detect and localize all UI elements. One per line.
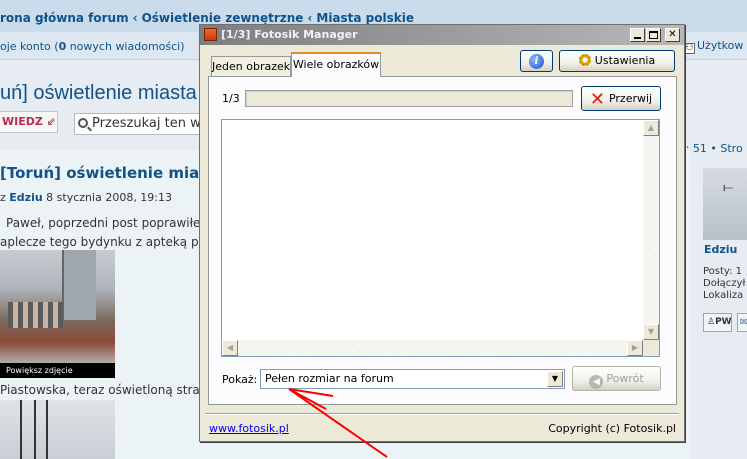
scroll-left-icon: ◀	[226, 343, 234, 352]
photo-tree	[34, 400, 36, 459]
enlarge-photo-caption[interactable]: Powiększ zdjęcie	[0, 363, 115, 378]
users-link[interactable]: ⚇ Użytkow	[684, 39, 743, 54]
author-posts: Posty: 1	[703, 266, 743, 277]
photo-tree	[20, 400, 22, 459]
tab-multiple-images[interactable]: Wiele obrazków	[291, 52, 381, 77]
scroll-up-icon: ▲	[647, 123, 655, 132]
fotosik-manager-window: [1/3] Fotosik Manager ✕ Jeden obrazek Wi…	[199, 24, 685, 442]
scroll-right-button[interactable]: ▶	[627, 340, 643, 356]
upload-progress-bar	[245, 90, 573, 107]
post-author-link[interactable]: Edziu	[9, 191, 42, 204]
copyright-text: Copyright (c) Fotosik.pl	[548, 422, 676, 435]
author-location: Lokaliza	[703, 290, 744, 301]
breadcrumb: rona główna forum ‹ Oświetlenie zewnętrzne…	[0, 11, 414, 25]
settings-button[interactable]: Ustawienia	[559, 50, 675, 72]
topic-title[interactable]: uń] oświetlenie miasta	[0, 82, 197, 105]
stop-label: Przerwij	[608, 92, 653, 105]
my-account-link[interactable]: oje konto (0 nowych wiadomości)	[0, 40, 185, 53]
info-button[interactable]: i	[520, 50, 553, 72]
scrollbar-corner	[643, 340, 659, 356]
users-icon: ⚇	[684, 43, 695, 54]
close-button[interactable]: ✕	[665, 28, 680, 42]
chevron-down-icon[interactable]: ▼	[547, 371, 563, 387]
app-icon	[204, 28, 217, 41]
stop-x-icon: ✕	[589, 89, 605, 110]
scroll-right-icon: ▶	[631, 343, 639, 352]
size-format-value: Pełen rozmiar na forum	[265, 372, 394, 385]
author-name[interactable]: Edziu	[704, 243, 737, 256]
post-title[interactable]: [Toruń] oświetlenie miast	[0, 164, 215, 182]
scroll-down-button[interactable]: ▼	[643, 324, 659, 340]
maximize-icon	[649, 31, 658, 39]
photo-tree	[46, 400, 48, 459]
tab-single-image[interactable]: Jeden obrazek	[211, 56, 291, 77]
pm-label: PW	[715, 317, 732, 327]
pm-icon: ♙	[707, 317, 716, 327]
users-link-text: Użytkow	[697, 39, 744, 52]
breadcrumb-category[interactable]: Oświetlenie zewnętrzne	[142, 11, 304, 25]
post-meta: z Edziu 8 stycznia 2008, 19:13	[0, 191, 172, 204]
back-arrow-icon: ◀	[589, 375, 604, 389]
author-joined: Dołączył	[703, 278, 746, 289]
private-message-button[interactable]: ♙PW	[703, 313, 732, 332]
avatar-bird-icon: ⟝	[723, 180, 733, 194]
photo-building	[62, 250, 96, 320]
horizontal-scrollbar[interactable]: ◀ ▶	[222, 340, 643, 356]
back-label: Powrót	[606, 372, 644, 385]
stop-button[interactable]: ✕ Przerwij	[581, 86, 661, 111]
breadcrumb-separator: ‹	[307, 11, 313, 25]
author-avatar: ⟝	[703, 168, 747, 240]
minimize-icon	[634, 37, 641, 39]
new-messages-text: nowych wiadomości)	[66, 40, 185, 53]
post-text: aplecze tego bydynku z apteką prz	[0, 235, 210, 249]
info-icon: i	[529, 54, 544, 69]
reply-button[interactable]: WIEDZ ⇙	[0, 111, 58, 133]
footer-divider	[205, 413, 679, 415]
search-placeholder: Przeszukaj ten w	[92, 116, 201, 131]
post-meta-prefix: z	[0, 191, 10, 204]
maximize-button[interactable]	[646, 28, 661, 42]
post-photo[interactable]	[0, 400, 115, 459]
size-format-select[interactable]: Pełen rozmiar na forum ▼	[260, 369, 565, 389]
breadcrumb-separator: ‹	[132, 11, 138, 25]
breadcrumb-subforum[interactable]: Miasta polskie	[316, 11, 414, 25]
author-info: Posty: 1 Dołączył Lokaliza	[703, 266, 745, 302]
back-button[interactable]: ◀ Powrót	[572, 366, 661, 391]
photo-windows	[8, 302, 63, 328]
window-title: [1/3] Fotosik Manager	[221, 28, 358, 41]
scroll-down-icon: ▼	[647, 327, 655, 336]
post-text: Paweł, poprzedni post poprawiłem	[6, 216, 213, 230]
result-code-textarea[interactable]: ▲ ▼ ◀ ▶	[221, 119, 660, 357]
close-icon: ✕	[668, 29, 677, 40]
search-icon	[78, 118, 88, 128]
gear-icon	[578, 54, 591, 66]
minimize-button[interactable]	[630, 28, 645, 42]
post-text: Piastowska, teraz oświetloną strad	[0, 383, 208, 397]
email-button[interactable]: ✉	[737, 313, 747, 332]
show-label: Pokaż:	[222, 373, 258, 386]
settings-label: Ustawienia	[594, 54, 656, 67]
post-date: 8 stycznia 2008, 19:13	[42, 191, 173, 204]
topic-search-input[interactable]: Przeszukaj ten w	[74, 113, 204, 135]
window-titlebar[interactable]: [1/3] Fotosik Manager ✕	[200, 25, 684, 45]
breadcrumb-home[interactable]: rona główna forum	[0, 11, 129, 25]
fotosik-link[interactable]: www.fotosik.pl	[209, 422, 289, 435]
scroll-up-button[interactable]: ▲	[643, 120, 659, 136]
my-account-text: oje konto (	[0, 40, 59, 53]
post-photo[interactable]: Powiększ zdjęcie	[0, 250, 115, 378]
envelope-icon: ✉	[739, 317, 747, 328]
scroll-left-button[interactable]: ◀	[222, 340, 238, 356]
vertical-scrollbar[interactable]: ▲ ▼	[643, 120, 659, 340]
upload-counter: 1/3	[222, 92, 240, 105]
